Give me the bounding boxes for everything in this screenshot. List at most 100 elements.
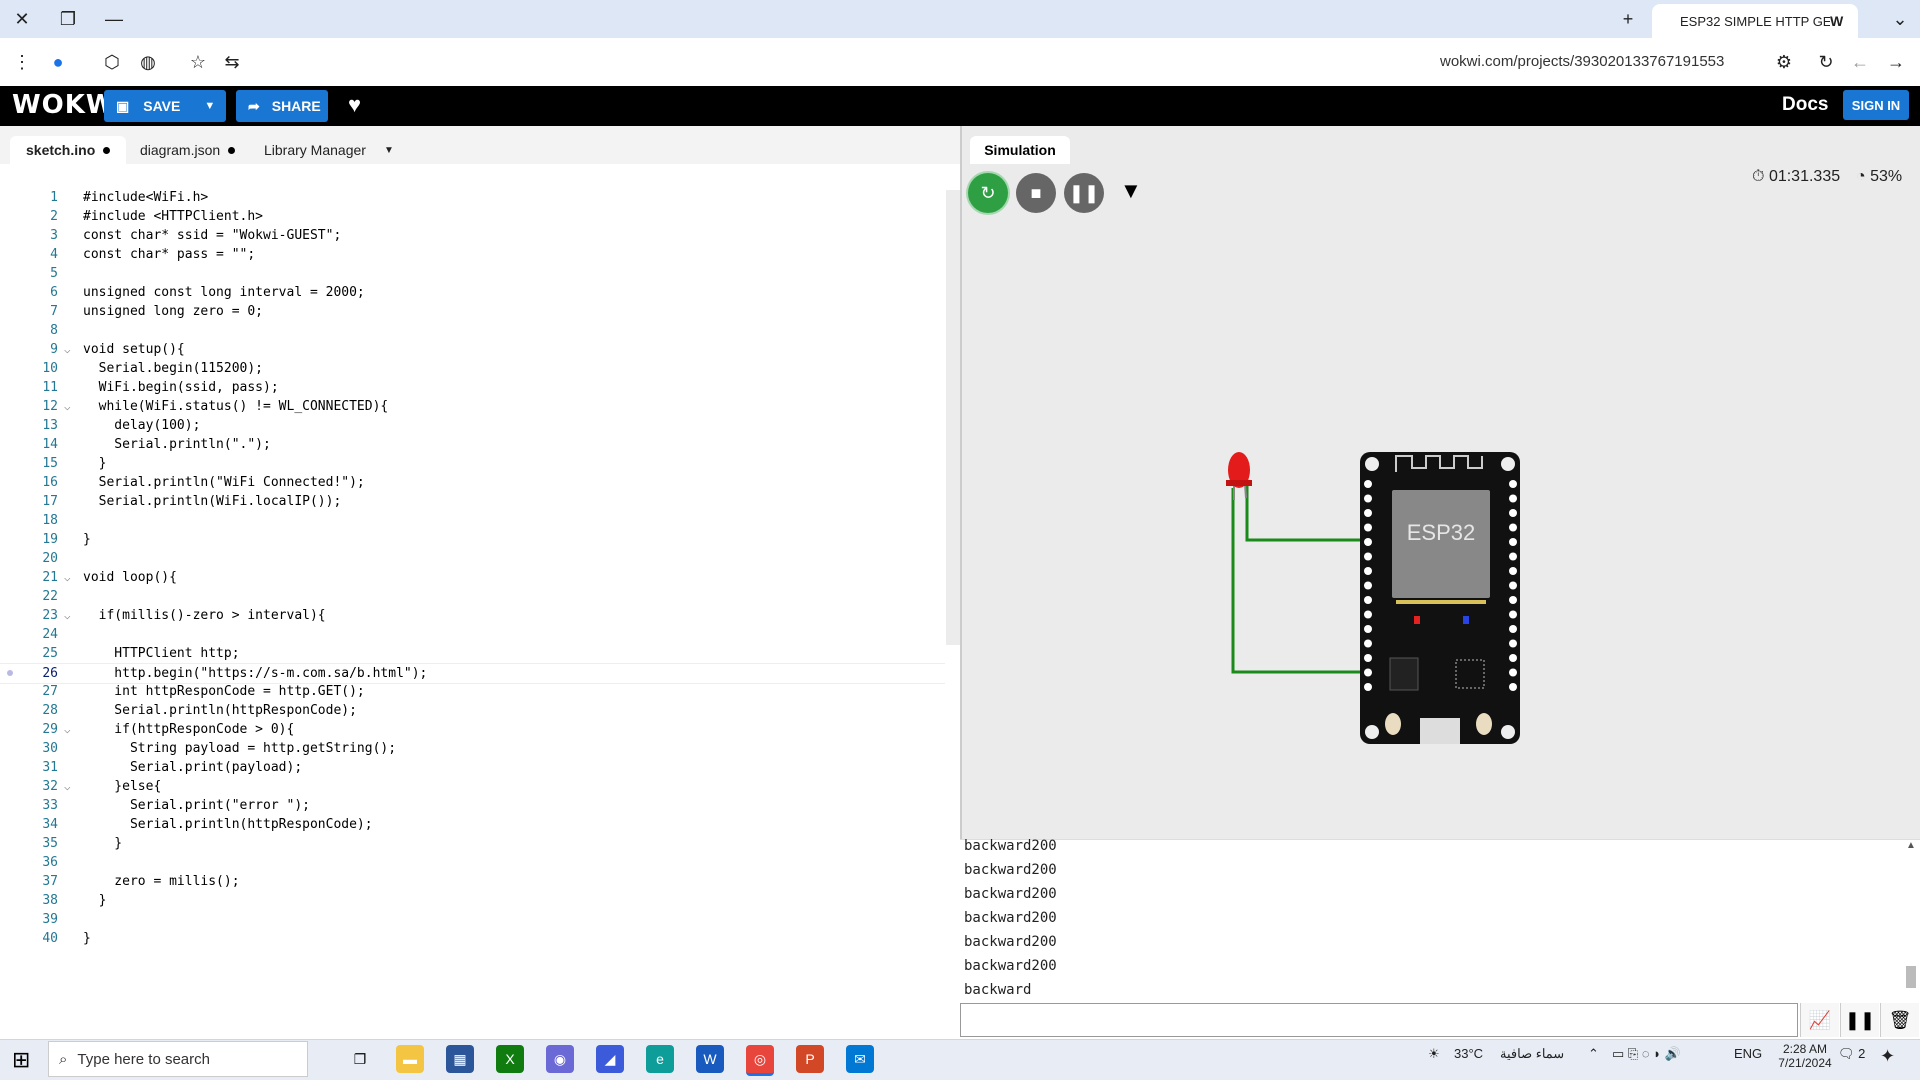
- code-line[interactable]: 1 #include<WiFi.h>: [0, 188, 945, 207]
- store-icon[interactable]: ▦: [446, 1045, 474, 1073]
- code-line[interactable]: 40}: [0, 929, 945, 948]
- profile-icon[interactable]: ●: [40, 47, 76, 77]
- tab-list-icon[interactable]: ⌄: [1882, 4, 1918, 34]
- language-indicator[interactable]: ENG: [1734, 1046, 1762, 1061]
- app-icon-2[interactable]: ◢: [596, 1045, 624, 1073]
- code-line[interactable]: 16 Serial.println("WiFi Connected!");: [0, 473, 945, 492]
- fold-chevron-icon[interactable]: ⌵: [64, 340, 71, 359]
- editor-scrollbar[interactable]: [946, 190, 960, 645]
- stop-button[interactable]: ■: [1016, 173, 1056, 213]
- plotter-button[interactable]: 📈: [1800, 1003, 1839, 1037]
- code-line[interactable]: 30 String payload = http.getString();: [0, 739, 945, 758]
- pause-button[interactable]: ❚❚: [1064, 173, 1104, 213]
- code-line[interactable]: 32 ⌵ }else{: [0, 777, 945, 796]
- forward-icon[interactable]: ←: [1842, 47, 1878, 77]
- code-line[interactable]: 26 http.begin("https://s-m.com.sa/b.html…: [0, 663, 945, 684]
- code-line[interactable]: 18: [0, 511, 945, 530]
- clock[interactable]: 2:28 AM 7/21/2024: [1770, 1042, 1840, 1070]
- sign-in-button[interactable]: SIGN IN: [1843, 90, 1909, 120]
- save-button[interactable]: ▣ SAVE ▼: [104, 90, 226, 122]
- back-icon[interactable]: →: [1878, 47, 1914, 77]
- code-line[interactable]: 15 }: [0, 454, 945, 473]
- code-line[interactable]: 34 Serial.println(httpResponCode);: [0, 815, 945, 834]
- caret-down-icon[interactable]: ▼: [384, 145, 394, 156]
- temperature[interactable]: 33°C: [1454, 1046, 1483, 1061]
- file-explorer-icon[interactable]: ▬: [396, 1045, 424, 1073]
- code-line[interactable]: 29 ⌵ if(httpResponCode > 0){: [0, 720, 945, 739]
- serial-monitor[interactable]: [960, 839, 1920, 1002]
- fold-chevron-icon[interactable]: ⌵: [64, 606, 71, 625]
- boot-button[interactable]: [1385, 713, 1401, 735]
- copilot-icon[interactable]: ✦: [1880, 1046, 1895, 1067]
- translate-icon[interactable]: ⇆: [214, 47, 250, 77]
- heart-icon[interactable]: ♥: [348, 92, 361, 118]
- code-line[interactable]: 21 ⌵ void loop(){: [0, 568, 945, 587]
- code-line[interactable]: 36: [0, 853, 945, 872]
- tab-diagram[interactable]: diagram.json: [124, 136, 251, 164]
- code-line[interactable]: 5: [0, 264, 945, 283]
- edge-icon[interactable]: e: [646, 1045, 674, 1073]
- address-bar[interactable]: wokwi.com/projects/393020133767191553: [1440, 53, 1724, 70]
- tab-sketch[interactable]: sketch.ino: [10, 136, 127, 164]
- code-line[interactable]: 25 HTTPClient http;: [0, 644, 945, 663]
- chevron-down-icon[interactable]: ▼: [204, 100, 215, 112]
- code-line[interactable]: 27 int httpResponCode = http.GET();: [0, 682, 945, 701]
- en-button[interactable]: [1476, 713, 1492, 735]
- code-line[interactable]: 37 zero = millis();: [0, 872, 945, 891]
- code-line[interactable]: 8: [0, 321, 945, 340]
- chrome-icon[interactable]: ◎: [746, 1045, 774, 1076]
- clear-serial-button[interactable]: 🗑: [1880, 1003, 1919, 1037]
- windows-start-icon[interactable]: ⊞: [12, 1047, 30, 1073]
- word-icon[interactable]: W: [696, 1045, 724, 1073]
- scroll-up-arrow-icon[interactable]: ▲: [1906, 840, 1916, 851]
- code-line[interactable]: 23 ⌵ if(millis()-zero > interval){: [0, 606, 945, 625]
- code-line[interactable]: 3 const char* ssid = "Wokwi-GUEST";: [0, 226, 945, 245]
- circuit-diagram[interactable]: ESP32: [1200, 440, 1540, 760]
- minimize-window-icon[interactable]: —: [96, 4, 132, 34]
- reload-icon[interactable]: ↻: [1808, 47, 1844, 77]
- fold-chevron-icon[interactable]: ⌵: [64, 397, 71, 416]
- code-line[interactable]: 2 #include <HTTPClient.h>: [0, 207, 945, 226]
- code-line[interactable]: 13 delay(100);: [0, 416, 945, 435]
- globe-icon[interactable]: ◍: [130, 47, 166, 77]
- code-line[interactable]: 39: [0, 910, 945, 929]
- extensions-icon[interactable]: ⬡: [94, 47, 130, 77]
- new-tab-icon[interactable]: +: [1610, 4, 1646, 34]
- tab-library-manager[interactable]: Library Manager ▼: [248, 136, 410, 164]
- code-line[interactable]: 14 Serial.println(".");: [0, 435, 945, 454]
- mail-icon[interactable]: ✉: [846, 1045, 874, 1073]
- code-line[interactable]: 28 Serial.println(httpResponCode);: [0, 701, 945, 720]
- docs-link[interactable]: Docs: [1782, 94, 1828, 116]
- app-icon[interactable]: ◉: [546, 1045, 574, 1073]
- fold-chevron-icon[interactable]: ⌵: [64, 720, 71, 739]
- restart-button[interactable]: ↻: [968, 173, 1008, 213]
- taskbar-search[interactable]: ⌕ Type here to search: [48, 1041, 308, 1077]
- esp32-board[interactable]: ESP32: [1360, 452, 1520, 744]
- code-line[interactable]: 35 }: [0, 834, 945, 853]
- bookmark-star-icon[interactable]: ☆: [180, 47, 216, 77]
- code-line[interactable]: 4 const char* pass = "";: [0, 245, 945, 264]
- weather-text[interactable]: سماء صافية: [1500, 1046, 1564, 1062]
- code-line[interactable]: 17 Serial.println(WiFi.localIP());: [0, 492, 945, 511]
- close-window-icon[interactable]: ✕: [4, 4, 40, 34]
- code-line[interactable]: 12 ⌵ while(WiFi.status() != WL_CONNECTED)…: [0, 397, 945, 416]
- code-line[interactable]: 11 WiFi.begin(ssid, pass);: [0, 378, 945, 397]
- code-line[interactable]: 33 Serial.print("error ");: [0, 796, 945, 815]
- notification-icon[interactable]: 🗨 2: [1838, 1046, 1865, 1062]
- serial-input-field[interactable]: [960, 1003, 1798, 1037]
- serial-pause-button[interactable]: ❚❚: [1840, 1003, 1879, 1037]
- menu-icon[interactable]: ⋮: [4, 47, 40, 77]
- code-line[interactable]: 22: [0, 587, 945, 606]
- serial-scrollbar[interactable]: [1906, 966, 1916, 988]
- code-line[interactable]: 19}: [0, 530, 945, 549]
- code-line[interactable]: 6 unsigned const long interval = 2000;: [0, 283, 945, 302]
- tray-icons[interactable]: ▭ ⎘ ◌ ◗ 🔊: [1612, 1046, 1681, 1062]
- fold-chevron-icon[interactable]: ⌵: [64, 568, 71, 587]
- code-line[interactable]: 20: [0, 549, 945, 568]
- share-button[interactable]: ➦ SHARE: [236, 90, 328, 122]
- browser-tab[interactable]: ESP32 SIMPLE HTTP GET REQU W: [1652, 4, 1858, 38]
- tab-simulation[interactable]: Simulation: [970, 136, 1070, 164]
- fold-chevron-icon[interactable]: ⌵: [64, 777, 71, 796]
- code-line[interactable]: 7 unsigned long zero = 0;: [0, 302, 945, 321]
- xbox-icon[interactable]: X: [496, 1045, 524, 1073]
